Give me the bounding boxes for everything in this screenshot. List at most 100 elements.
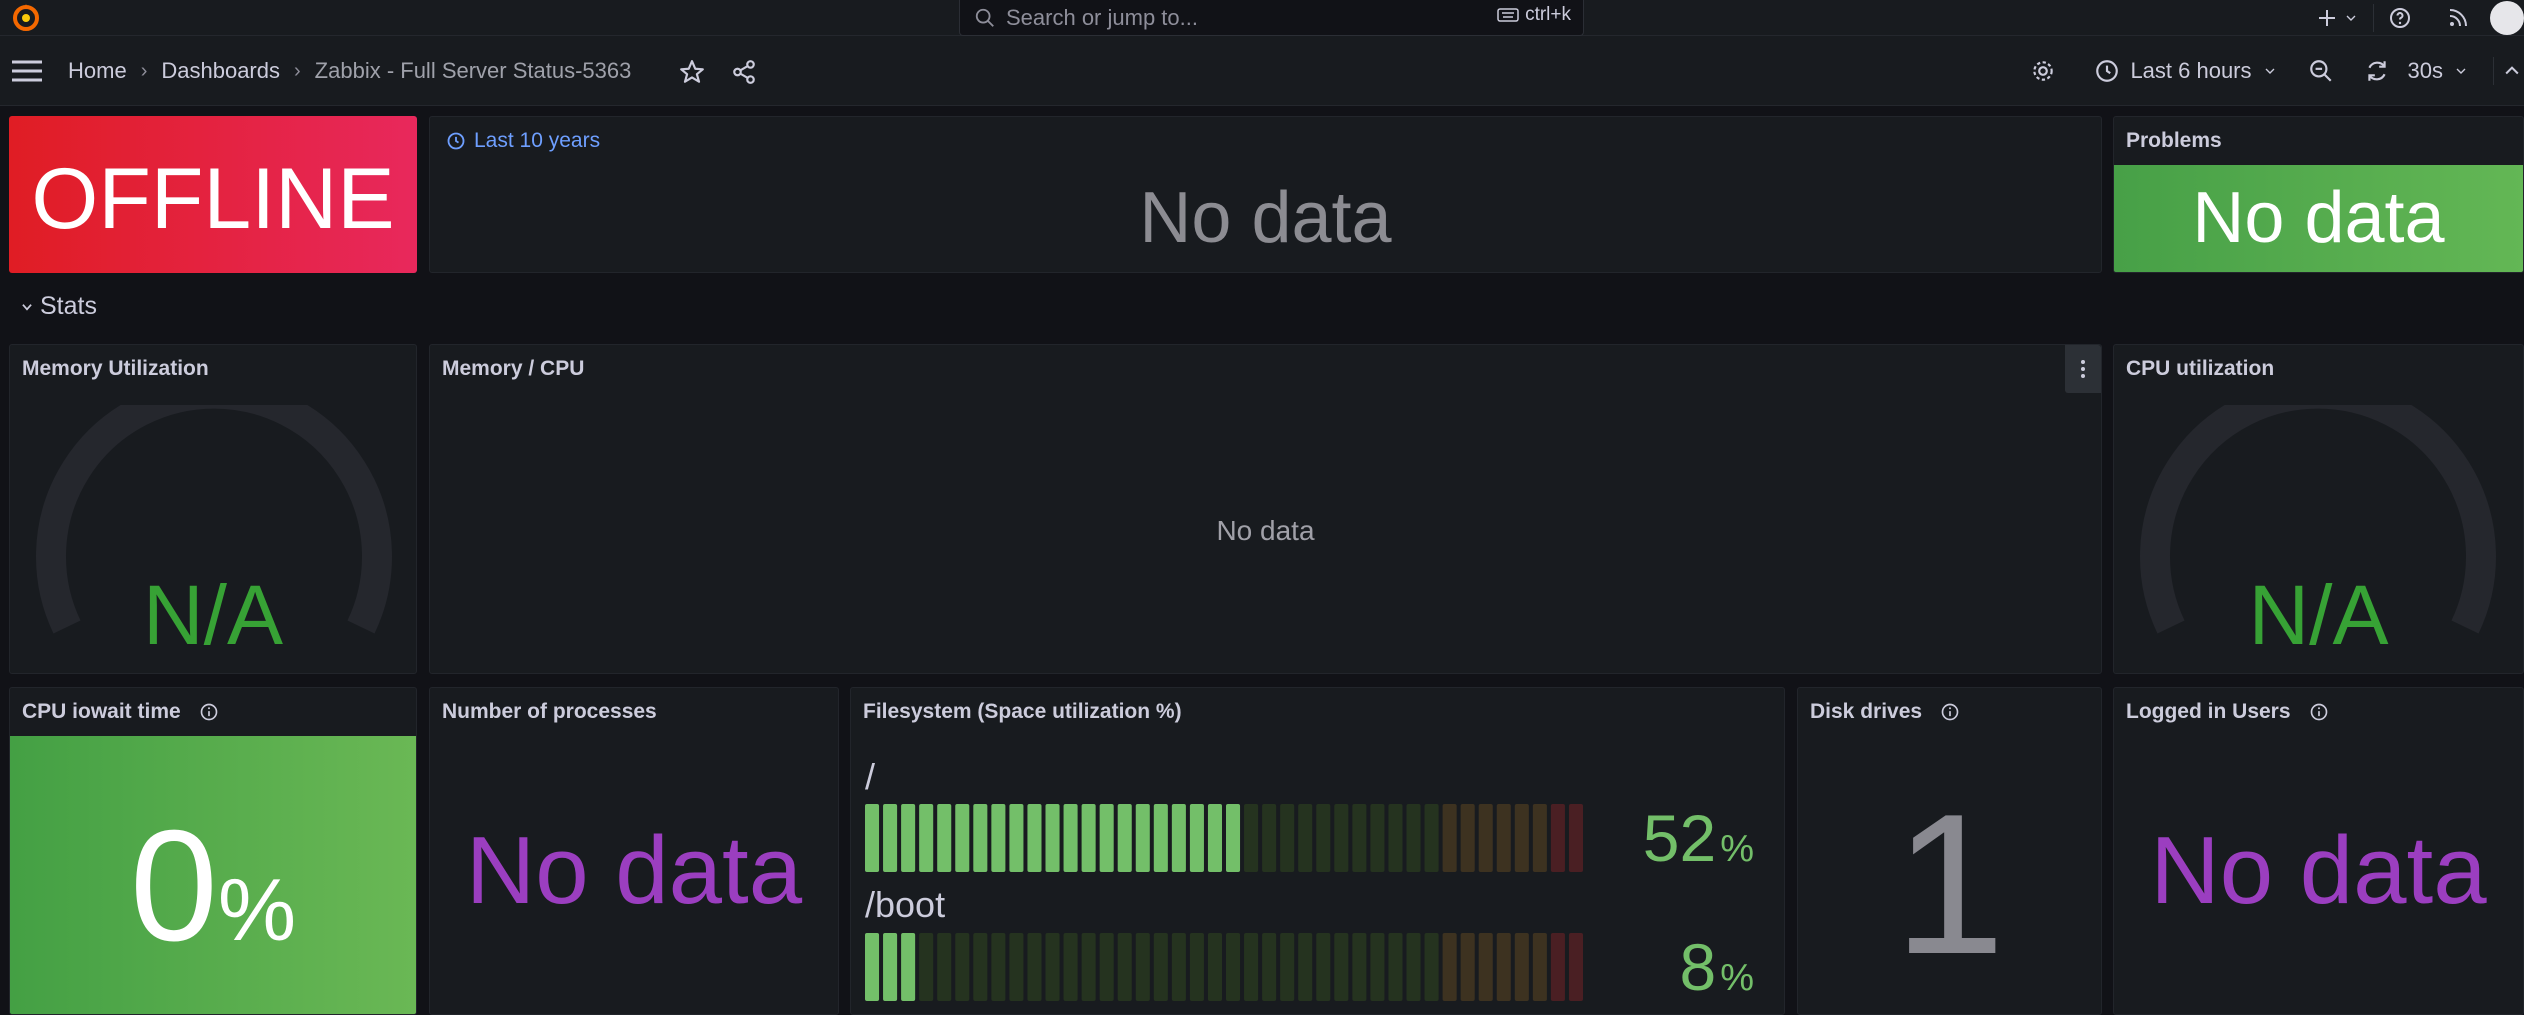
gauge-cell xyxy=(1388,933,1403,1001)
status-timeline-panel[interactable]: Last 10 years No data xyxy=(429,116,2102,273)
breadcrumb-separator: › xyxy=(140,59,148,82)
gauge-cell xyxy=(1171,804,1186,872)
panel-title: CPU utilization xyxy=(2126,357,2275,380)
gauge-cell xyxy=(1153,933,1168,1001)
logged-users-value: No data xyxy=(2150,817,2487,924)
refresh-icon xyxy=(2367,61,2386,81)
memory-cpu-no-data: No data xyxy=(1216,515,1315,546)
news-button[interactable] xyxy=(2446,0,2470,36)
time-override-label: Last 10 years xyxy=(474,129,601,152)
info-icon[interactable] xyxy=(2309,702,2329,722)
gauge-cell xyxy=(1207,933,1222,1001)
filesystem-unit: % xyxy=(1720,957,1754,999)
gauge-cell xyxy=(1171,933,1186,1001)
filesystem-value-wrapper: 52% xyxy=(1643,800,1754,876)
top-bar: Search or jump to... ctrl+k xyxy=(0,0,2524,36)
processes-panel[interactable]: Number of processes No data xyxy=(429,687,839,1015)
breadcrumb-home[interactable]: Home xyxy=(68,58,127,84)
panel-title: Number of processes xyxy=(442,700,657,723)
gauge-cell xyxy=(1280,804,1295,872)
zoom-out-icon xyxy=(2309,60,2332,82)
gauge-cell xyxy=(1117,933,1132,1001)
gauge-cell xyxy=(1045,933,1060,1001)
gauge-cell xyxy=(1406,804,1421,872)
breadcrumb-dashboards[interactable]: Dashboards xyxy=(161,58,280,84)
search-bar[interactable]: Search or jump to... ctrl+k xyxy=(959,0,1584,36)
refresh-interval-picker[interactable]: 30s xyxy=(2408,36,2469,106)
problems-panel[interactable]: Problems No data xyxy=(2113,116,2524,273)
divider xyxy=(2373,4,2374,32)
panel-title: CPU iowait time xyxy=(22,700,181,723)
divider xyxy=(2493,57,2494,85)
gauge-cell xyxy=(1298,804,1313,872)
gauge-cell xyxy=(1135,933,1150,1001)
problems-value: No data xyxy=(2192,178,2445,258)
gear-icon xyxy=(2033,61,2054,81)
gauge-cell xyxy=(901,804,916,872)
gauge-cell xyxy=(1262,933,1277,1001)
stats-row-toggle[interactable]: Stats xyxy=(20,292,97,321)
gauge-cell xyxy=(919,933,934,1001)
gauge-cell xyxy=(1099,933,1114,1001)
gauge-cell xyxy=(1568,804,1583,872)
disk-drives-panel[interactable]: Disk drives 1 xyxy=(1797,687,2102,1015)
help-button[interactable] xyxy=(2388,0,2412,36)
panel-menu-button[interactable] xyxy=(2065,345,2101,393)
gauge-cell xyxy=(1135,804,1150,872)
gauge-cell xyxy=(1478,933,1493,1001)
gauge-cell xyxy=(1316,804,1331,872)
cpu-iowait-panel[interactable]: CPU iowait time 0% xyxy=(9,687,417,1015)
gauge-cell xyxy=(1244,804,1259,872)
gauge-cell xyxy=(865,933,880,1001)
iowait-value: 0 xyxy=(129,798,218,974)
new-menu-button[interactable] xyxy=(2315,0,2359,36)
gauge-cell xyxy=(901,933,916,1001)
gauge-cell xyxy=(1532,933,1547,1001)
search-placeholder: Search or jump to... xyxy=(1006,4,1198,30)
gauge-cell xyxy=(1099,804,1114,872)
memory-utilization-panel[interactable]: Memory Utilization N/A xyxy=(9,344,417,674)
server-status-value: OFFLINE xyxy=(31,151,395,247)
server-status-panel[interactable]: OFFLINE xyxy=(9,116,417,273)
gauge-cell xyxy=(1153,804,1168,872)
star-icon[interactable] xyxy=(679,59,705,85)
gauge-cell xyxy=(1027,933,1042,1001)
time-picker[interactable]: Last 6 hours xyxy=(2094,36,2277,106)
gauge-cell xyxy=(1244,933,1259,1001)
panel-time-override: Last 10 years xyxy=(446,129,600,153)
dashboard-settings-button[interactable] xyxy=(2030,36,2056,106)
memory-cpu-panel[interactable]: Memory / CPU No data xyxy=(429,344,2102,674)
chevron-down-icon xyxy=(2265,68,2274,74)
logged-users-panel[interactable]: Logged in Users No data xyxy=(2113,687,2524,1015)
panel-title: Memory / CPU xyxy=(442,357,585,380)
gauge-cell xyxy=(991,804,1006,872)
panel-title: Memory Utilization xyxy=(22,357,209,380)
search-icon xyxy=(975,8,994,27)
collapse-navbar-button[interactable] xyxy=(2502,36,2522,106)
gauge-cell xyxy=(1460,933,1475,1001)
cpu-utilization-panel[interactable]: CPU utilization N/A xyxy=(2113,344,2524,674)
gauge-cell xyxy=(1081,804,1096,872)
share-icon[interactable] xyxy=(731,59,757,85)
gauge-cell xyxy=(1460,804,1475,872)
dashboard-nav-bar: Home › Dashboards › Zabbix - Full Server… xyxy=(0,36,2524,106)
panel-title-wrapper: Logged in Users xyxy=(2126,700,2329,724)
clock-icon xyxy=(447,132,465,150)
panel-title-wrapper: Disk drives xyxy=(1810,700,1960,724)
gauge-cell xyxy=(1514,804,1529,872)
grafana-logo-icon[interactable] xyxy=(10,2,42,34)
info-icon[interactable] xyxy=(1940,702,1960,722)
refresh-button[interactable] xyxy=(2364,36,2390,106)
info-icon[interactable] xyxy=(199,702,219,722)
gauge-cell xyxy=(1532,804,1547,872)
menu-icon[interactable] xyxy=(10,57,44,85)
help-icon xyxy=(2390,8,2410,28)
gauge-cell xyxy=(1478,804,1493,872)
gauge-cell xyxy=(1352,933,1367,1001)
gauge-cell xyxy=(1063,804,1078,872)
gauge-cell xyxy=(1406,933,1421,1001)
keyboard-icon xyxy=(1497,8,1519,22)
filesystem-panel[interactable]: Filesystem (Space utilization %) / 52% /… xyxy=(850,687,1785,1015)
zoom-out-button[interactable] xyxy=(2308,36,2334,106)
user-avatar[interactable] xyxy=(2490,1,2524,35)
